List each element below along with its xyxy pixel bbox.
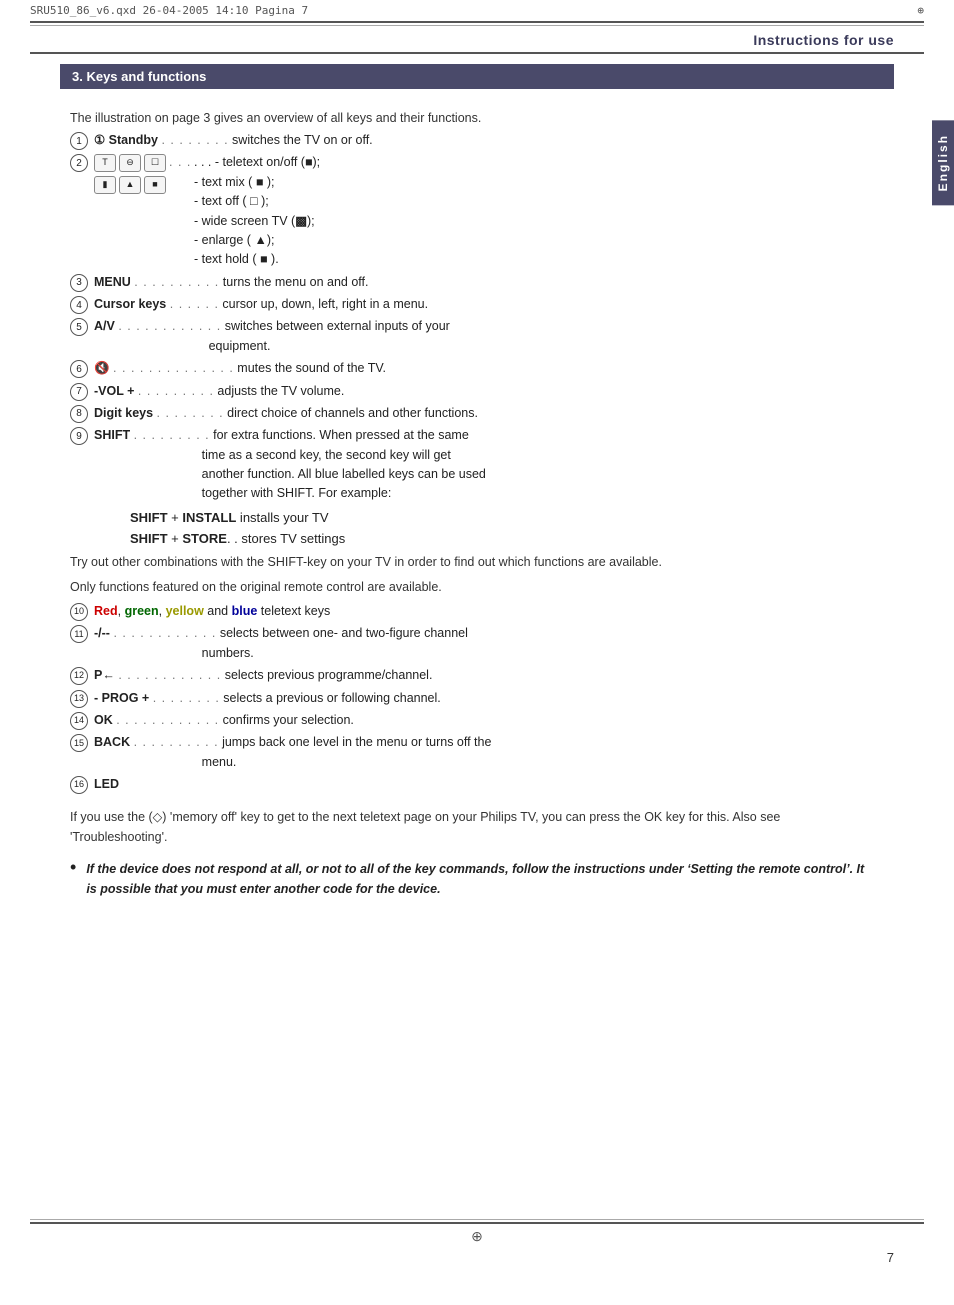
item-3: 3 MENU . . . . . . . . . . turns the men…	[70, 273, 874, 292]
tt-icon-1a: T	[94, 154, 116, 172]
page-container: SRU510_86_v6.qxd 26-04-2005 14:10 Pagina…	[0, 0, 954, 1305]
tt-icon-2c: ■	[144, 176, 166, 194]
item-13: 13 - PROG + . . . . . . . . selects a pr…	[70, 689, 874, 708]
item-num-14: 14	[70, 712, 88, 730]
item-5-content: A/V . . . . . . . . . . . . switches bet…	[94, 317, 874, 356]
item-num-11: 11	[70, 625, 88, 643]
shift-store: SHIFT + STORE. . stores TV settings	[130, 529, 874, 550]
tt-icon-row-1: T ⊖ ☐ . . .	[94, 153, 194, 172]
item-num-16: 16	[70, 776, 88, 794]
item-8-content: Digit keys . . . . . . . . direct choice…	[94, 404, 874, 423]
tt-desc-1: . . . - teletext on/off (■);	[194, 153, 874, 172]
item-10: 10 Red, green, yellow and blue teletext …	[70, 602, 874, 621]
tt-icon-2b: ▲	[119, 176, 141, 194]
memory-note: If you use the (◇) 'memory off' key to g…	[70, 808, 874, 847]
item-2-content: T ⊖ ☐ . . . ▮ ▲ ■ . . . - tele	[94, 153, 874, 269]
item-15: 15 BACK . . . . . . . . . . jumps back o…	[70, 733, 874, 772]
item-9-content: SHIFT . . . . . . . . . for extra functi…	[94, 426, 874, 504]
item-16: 16 LED	[70, 775, 874, 794]
blue-label: blue	[232, 604, 258, 618]
item-4: 4 Cursor keys . . . . . . cursor up, dow…	[70, 295, 874, 314]
item-num-8: 8	[70, 405, 88, 423]
item-6-content: 🔇 . . . . . . . . . . . . . . mutes the …	[94, 359, 874, 378]
tt-icon-1c: ☐	[144, 154, 166, 172]
item-5: 5 A/V . . . . . . . . . . . . switches b…	[70, 317, 874, 356]
shift-lines: SHIFT + INSTALL installs your TV SHIFT +…	[130, 508, 874, 550]
header-bar: SRU510_86_v6.qxd 26-04-2005 14:10 Pagina…	[0, 0, 954, 21]
item-9: 9 SHIFT . . . . . . . . . for extra func…	[70, 426, 874, 504]
item-num-9: 9	[70, 427, 88, 445]
section-title: 3. Keys and functions	[60, 64, 894, 89]
item-7: 7 -VOL + . . . . . . . . . adjusts the T…	[70, 382, 874, 401]
main-content: The illustration on page 3 gives an over…	[70, 89, 874, 899]
yellow-label: yellow	[166, 604, 204, 618]
cross-mark: ⊕	[917, 4, 924, 17]
item-2: 2 T ⊖ ☐ . . . ▮ ▲	[70, 153, 874, 269]
tt-desc-4: - wide screen TV (▩);	[194, 212, 874, 231]
bullet-text: If the device does not respond at all, o…	[86, 859, 874, 899]
red-label: Red	[94, 604, 118, 618]
item-8: 8 Digit keys . . . . . . . . direct choi…	[70, 404, 874, 423]
item-12-content: P← . . . . . . . . . . . . selects previ…	[94, 666, 874, 685]
teletext-icons: T ⊖ ☐ . . . ▮ ▲ ■	[94, 153, 194, 193]
item-num-2: 2	[70, 154, 88, 172]
item-15-content: BACK . . . . . . . . . . jumps back one …	[94, 733, 874, 772]
item-num-3: 3	[70, 274, 88, 292]
paragraph-2: Only functions featured on the original …	[70, 578, 874, 597]
intro-text: The illustration on page 3 gives an over…	[70, 111, 874, 125]
item-num-7: 7	[70, 383, 88, 401]
item-num-5: 5	[70, 318, 88, 336]
item-10-content: Red, green, yellow and blue teletext key…	[94, 602, 874, 621]
tt-icon-1b: ⊖	[119, 154, 141, 172]
item-14-content: OK . . . . . . . . . . . . confirms your…	[94, 711, 874, 730]
bullet-marker: •	[70, 857, 76, 878]
side-tab: English	[932, 120, 954, 205]
tt-desc-6: - text hold ( ■ ).	[194, 250, 874, 269]
item-3-content: MENU . . . . . . . . . . turns the menu …	[94, 273, 874, 292]
tt-icon-row-2: ▮ ▲ ■	[94, 176, 194, 194]
item-16-content: LED	[94, 775, 874, 794]
item-1-content: ① Standby . . . . . . . . switches the T…	[94, 131, 874, 150]
tt-desc-3: - text off ( □ );	[194, 192, 874, 211]
item-num-10: 10	[70, 603, 88, 621]
green-label: green	[125, 604, 159, 618]
item-4-content: Cursor keys . . . . . . cursor up, down,…	[94, 295, 874, 314]
page-number: 7	[887, 1250, 894, 1265]
item-num-1: 1	[70, 132, 88, 150]
shift-install: SHIFT + INSTALL installs your TV	[130, 508, 874, 529]
item-num-6: 6	[70, 360, 88, 378]
item-num-12: 12	[70, 667, 88, 685]
teletext-desc: . . . - teletext on/off (■); - text mix …	[194, 153, 874, 269]
item-12: 12 P← . . . . . . . . . . . . selects pr…	[70, 666, 874, 685]
paragraph-1: Try out other combinations with the SHIF…	[70, 553, 874, 572]
item-11: 11 -/-- . . . . . . . . . . . . selects …	[70, 624, 874, 663]
item-14: 14 OK . . . . . . . . . . . . confirms y…	[70, 711, 874, 730]
tt-desc-5: - enlarge ( ▲);	[194, 231, 874, 250]
item-num-15: 15	[70, 734, 88, 752]
item-num-4: 4	[70, 296, 88, 314]
file-info: SRU510_86_v6.qxd 26-04-2005 14:10 Pagina…	[30, 4, 308, 17]
instructions-label: Instructions for use	[30, 26, 924, 54]
dots-1: . . .	[169, 153, 191, 172]
tt-icon-2a: ▮	[94, 176, 116, 194]
item-1: 1 ① Standby . . . . . . . . switches the…	[70, 131, 874, 150]
item-6: 6 🔇 . . . . . . . . . . . . . . mutes th…	[70, 359, 874, 378]
bullet-section: • If the device does not respond at all,…	[70, 859, 874, 899]
item-11-content: -/-- . . . . . . . . . . . . selects bet…	[94, 624, 874, 663]
tt-desc-2: - text mix ( ■ );	[194, 173, 874, 192]
item-7-content: -VOL + . . . . . . . . . adjusts the TV …	[94, 382, 874, 401]
item-num-13: 13	[70, 690, 88, 708]
item-13-content: - PROG + . . . . . . . . selects a previ…	[94, 689, 874, 708]
teletext-icon-block: T ⊖ ☐ . . . ▮ ▲ ■ . . . - tele	[94, 153, 874, 269]
bottom-cross-mark: ⊕	[471, 1228, 483, 1245]
